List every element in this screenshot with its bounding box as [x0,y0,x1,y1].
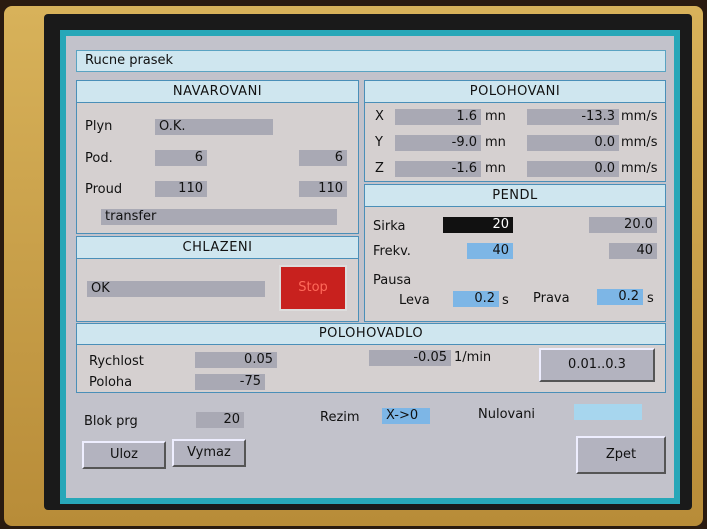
proud-label: Proud [85,182,123,197]
axis-x-position-unit: mn [485,109,506,124]
frekv-set-input[interactable]: 40 [467,243,513,259]
blok-prg-value[interactable]: 20 [196,412,244,428]
navarovani-panel: NAVAROVANI Plyn O.K. Pod. 6 6 Proud 110 … [76,80,359,234]
pod-set-value[interactable]: 6 [155,150,207,166]
axis-z-position-unit: mn [485,161,506,176]
zpet-button[interactable]: Zpet [576,436,666,474]
axis-x-speed: -13.3 [527,109,619,125]
axis-z-label: Z [375,161,384,176]
poloha-label: Poloha [89,375,133,390]
leva-label: Leva [399,293,430,308]
rezim-label: Rezim [320,410,360,425]
polohovani-panel: POLOHOVANI X 1.6 mn -13.3 mm/s Y -9.0 mn… [364,80,666,182]
pod-actual-value: 6 [299,150,347,166]
axis-y-position: -9.0 [395,135,481,151]
axis-y-speed-unit: mm/s [621,135,658,150]
chlazeni-title: CHLAZENI [77,237,358,259]
leva-pause-input[interactable]: 0.2 [453,291,499,307]
sirka-set-input[interactable]: 20 [443,217,513,233]
axis-y-speed: 0.0 [527,135,619,151]
pod-label: Pod. [85,151,113,166]
nulovani-label: Nulovani [478,407,536,422]
frekv-actual-value: 40 [609,243,657,259]
polohovadlo-panel: POLOHOVADLO Rychlost 0.05 -0.05 1/min Po… [76,323,666,393]
chlazeni-panel: CHLAZENI OK Stop [76,236,359,322]
axis-z-position: -1.6 [395,161,481,177]
axis-z-speed: 0.0 [527,161,619,177]
sirka-actual-value: 20.0 [589,217,657,233]
poloha-value: -75 [195,374,265,390]
axis-x-position: 1.6 [395,109,481,125]
pendl-panel: PENDL Sirka 20 20.0 Frekv. 40 40 Pausa L… [364,184,666,322]
navarovani-title: NAVAROVANI [77,81,358,103]
prava-pause-unit: s [647,291,654,306]
axis-y-position-unit: mn [485,135,506,150]
frekv-label: Frekv. [373,244,411,259]
nulovani-value[interactable] [574,404,642,420]
proud-set-value[interactable]: 110 [155,181,207,197]
proud-actual-value: 110 [299,181,347,197]
polohovani-title: POLOHOVANI [365,81,665,103]
polohovadlo-title: POLOHOVADLO [77,324,665,345]
pendl-title: PENDL [365,185,665,207]
welding-mode-value: transfer [101,209,337,225]
vymaz-button[interactable]: Vymaz [172,439,246,467]
uloz-button[interactable]: Uloz [82,441,166,469]
prava-label: Prava [533,291,570,306]
pausa-label: Pausa [373,273,412,288]
rychlost-actual-value: -0.05 [369,350,451,366]
rychlost-unit: 1/min [454,350,492,365]
blok-prg-label: Blok prg [84,414,138,429]
rychlost-label: Rychlost [89,354,144,369]
sirka-label: Sirka [373,219,406,234]
rychlost-value[interactable]: 0.05 [195,352,277,368]
cooling-status-value: OK [87,281,265,297]
plyn-value: O.K. [155,119,273,135]
axis-z-speed-unit: mm/s [621,161,658,176]
leva-pause-unit: s [502,293,509,308]
axis-y-label: Y [375,135,383,150]
axis-x-label: X [375,109,384,124]
stop-button[interactable]: Stop [279,265,347,311]
plyn-label: Plyn [85,119,113,134]
axis-x-speed-unit: mm/s [621,109,658,124]
prava-pause-input[interactable]: 0.2 [597,289,643,305]
window-title: Rucne prasek [76,50,666,72]
hmi-screen: Rucne prasek NAVAROVANI Plyn O.K. Pod. 6… [60,30,680,504]
rezim-value[interactable]: X->0 [382,408,430,424]
speed-range-button[interactable]: 0.01..0.3 [539,348,655,382]
